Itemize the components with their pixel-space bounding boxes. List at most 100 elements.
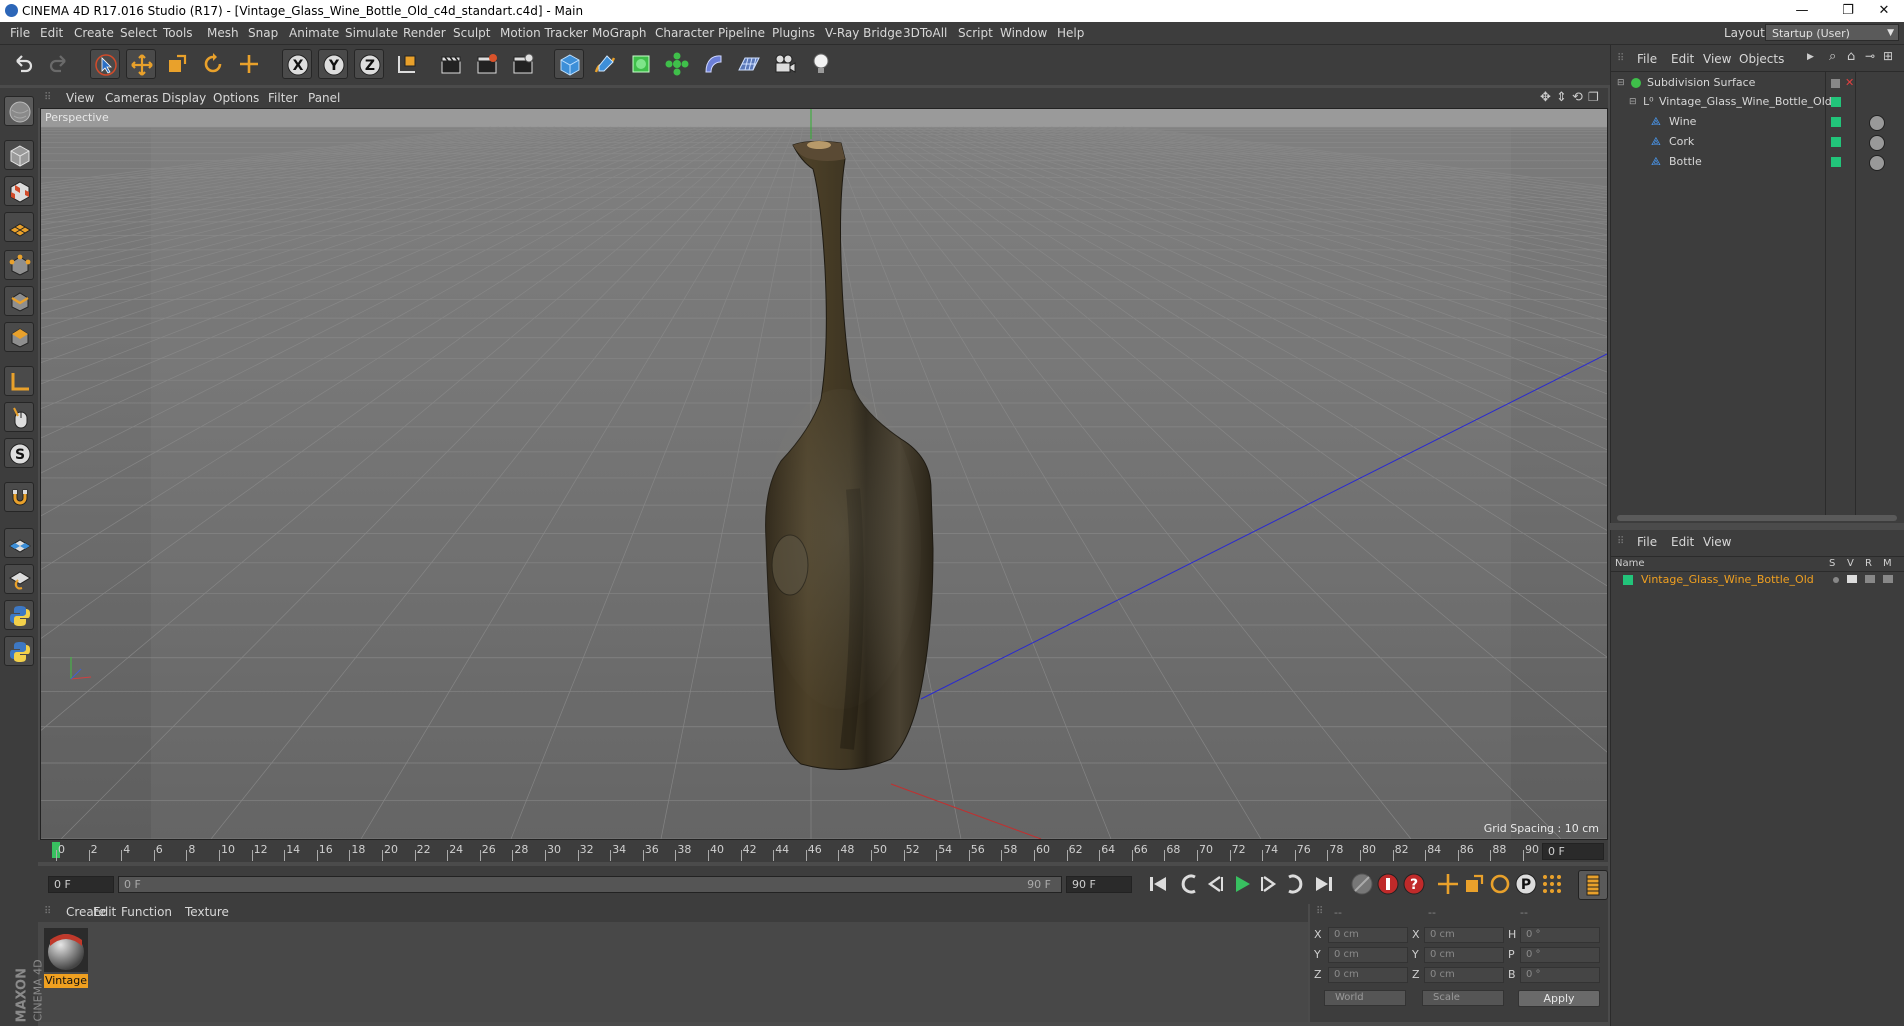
record-disabled-button[interactable] bbox=[1348, 870, 1376, 898]
solo-toggle[interactable] bbox=[1833, 577, 1839, 583]
viewport-menu-options[interactable]: Options bbox=[213, 91, 259, 105]
manager-toggle-icon[interactable] bbox=[1883, 575, 1893, 583]
max-frame-field[interactable]: 90 F bbox=[1066, 876, 1132, 893]
model-mode-button[interactable] bbox=[4, 140, 34, 170]
objects-menu-objects[interactable]: Objects bbox=[1739, 52, 1784, 66]
add-cube-button[interactable] bbox=[554, 49, 584, 79]
minimize-button[interactable]: — bbox=[1780, 0, 1824, 22]
home-icon[interactable]: ⌂ bbox=[1847, 49, 1855, 64]
render-picture-viewer-button[interactable] bbox=[472, 49, 502, 79]
render-toggle-icon[interactable] bbox=[1865, 575, 1875, 583]
go-to-end-button[interactable] bbox=[1310, 870, 1338, 898]
current-frame-field[interactable]: 0 F bbox=[48, 876, 114, 893]
timeline-ruler[interactable]: 0 2 4 6 8 10 12 14 16 18 20 22 24 26 28 30 32 34 36 38 40 42 4… bbox=[38, 840, 1608, 862]
z-axis-lock-button[interactable]: Z bbox=[354, 49, 384, 79]
material-swatch-vintage[interactable]: Vintage bbox=[44, 928, 88, 990]
render-settings-button[interactable] bbox=[508, 49, 538, 79]
search-icon[interactable]: ⌕ bbox=[1829, 49, 1836, 64]
menu-animate[interactable]: Animate bbox=[289, 26, 339, 40]
points-mode-button[interactable] bbox=[4, 250, 34, 280]
objects-menu-file[interactable]: File bbox=[1637, 52, 1657, 66]
zoom-view-icon[interactable]: ⇕ bbox=[1556, 90, 1567, 105]
symmetry-button[interactable] bbox=[4, 564, 34, 594]
menu-render[interactable]: Render bbox=[403, 26, 446, 40]
menu-tools[interactable]: Tools bbox=[163, 26, 193, 40]
add-environment-button[interactable] bbox=[734, 49, 764, 79]
key-rotation-button[interactable] bbox=[1486, 870, 1514, 898]
collapse-icon[interactable]: ⊟ bbox=[1617, 74, 1625, 92]
add-deformer-button[interactable] bbox=[698, 49, 728, 79]
key-point-level-button[interactable] bbox=[1538, 870, 1566, 898]
python-script-2-button[interactable] bbox=[4, 636, 34, 666]
object-row-vintage-bottle[interactable]: ⊟ L⁰ Vintage_Glass_Wine_Bottle_Old bbox=[1611, 93, 1904, 111]
autokey-button[interactable]: ? bbox=[1400, 870, 1428, 898]
layers-menu-edit[interactable]: Edit bbox=[1671, 535, 1694, 549]
pos-z-field[interactable]: 0 cm bbox=[1328, 967, 1408, 983]
x-axis-lock-button[interactable]: X bbox=[282, 49, 312, 79]
coordinate-mode-dropdown[interactable]: World bbox=[1324, 990, 1406, 1006]
object-row-bottle[interactable]: ⟁ Bottle bbox=[1611, 153, 1904, 171]
menu-vray-bridge[interactable]: V-Ray Bridge bbox=[825, 26, 902, 40]
menu-3dtoall[interactable]: 3DToAll bbox=[903, 26, 947, 40]
tweak-mode-button[interactable] bbox=[4, 402, 34, 432]
object-row-subdivision-surface[interactable]: ⊟ Subdivision Surface ✕ bbox=[1611, 74, 1904, 92]
layer-color-swatch[interactable] bbox=[1831, 157, 1841, 167]
next-key-button[interactable] bbox=[1280, 870, 1308, 898]
timeline-layout-button[interactable] bbox=[1578, 870, 1608, 900]
more-arrow-icon[interactable]: ▶ bbox=[1807, 52, 1814, 62]
menu-mograph[interactable]: MoGraph bbox=[592, 26, 647, 40]
rot-h-field[interactable]: 0 ° bbox=[1520, 927, 1600, 943]
snap-toggle-button[interactable]: S bbox=[4, 438, 34, 468]
rotate-view-icon[interactable]: ⟲ bbox=[1572, 90, 1583, 105]
key-position-button[interactable] bbox=[1434, 870, 1462, 898]
add-spline-button[interactable] bbox=[590, 49, 620, 79]
rot-p-field[interactable]: 0 ° bbox=[1520, 947, 1600, 963]
edges-mode-button[interactable] bbox=[4, 286, 34, 316]
python-script-button[interactable] bbox=[4, 600, 34, 630]
material-menu-edit[interactable]: Edit bbox=[93, 905, 116, 919]
menu-script[interactable]: Script bbox=[958, 26, 993, 40]
menu-window[interactable]: Window bbox=[1000, 26, 1047, 40]
add-light-button[interactable] bbox=[806, 49, 836, 79]
pan-view-icon[interactable]: ✥ bbox=[1540, 90, 1551, 105]
menu-help[interactable]: Help bbox=[1057, 26, 1084, 40]
view-eye-icon[interactable] bbox=[1847, 575, 1857, 583]
horizontal-scrollbar[interactable] bbox=[1617, 515, 1897, 521]
soft-selection-button[interactable] bbox=[4, 528, 34, 558]
material-tag-icon[interactable] bbox=[1869, 135, 1885, 151]
rotate-tool-button[interactable] bbox=[198, 49, 228, 79]
record-keys-button[interactable] bbox=[1374, 870, 1402, 898]
scale-tool-button[interactable] bbox=[162, 49, 192, 79]
layer-row[interactable]: Vintage_Glass_Wine_Bottle_Old bbox=[1611, 572, 1904, 588]
viewport-menu-panel[interactable]: Panel bbox=[308, 91, 340, 105]
next-frame-button[interactable] bbox=[1254, 870, 1282, 898]
size-y-field[interactable]: 0 cm bbox=[1424, 947, 1504, 963]
key-scale-button[interactable] bbox=[1460, 870, 1488, 898]
menu-motion-tracker[interactable]: Motion Tracker bbox=[500, 26, 588, 40]
go-to-start-button[interactable] bbox=[1144, 870, 1172, 898]
menu-select[interactable]: Select bbox=[120, 26, 157, 40]
menu-mesh[interactable]: Mesh bbox=[207, 26, 239, 40]
menu-sculpt[interactable]: Sculpt bbox=[453, 26, 490, 40]
add-generator-button[interactable] bbox=[626, 49, 656, 79]
layer-color-swatch[interactable] bbox=[1623, 575, 1633, 585]
frame-range-slider[interactable]: 0 F 90 F bbox=[118, 876, 1062, 893]
make-editable-button[interactable] bbox=[4, 96, 34, 126]
recent-tool-button[interactable] bbox=[234, 49, 264, 79]
layer-color-swatch[interactable] bbox=[1831, 117, 1841, 127]
viewport-menu-view[interactable]: View bbox=[66, 91, 94, 105]
coordinate-system-button[interactable] bbox=[392, 49, 422, 79]
live-selection-button[interactable] bbox=[90, 49, 120, 79]
menu-file[interactable]: File bbox=[10, 26, 30, 40]
menu-snap[interactable]: Snap bbox=[248, 26, 278, 40]
previous-key-button[interactable] bbox=[1176, 870, 1204, 898]
camera-label[interactable]: Perspective bbox=[45, 111, 109, 124]
viewport-menu-cameras[interactable]: Cameras bbox=[105, 91, 158, 105]
material-tag-icon[interactable] bbox=[1869, 155, 1885, 171]
object-row-cork[interactable]: ⟁ Cork bbox=[1611, 133, 1904, 151]
size-x-field[interactable]: 0 cm bbox=[1424, 927, 1504, 943]
preview-end-field[interactable]: 0 F bbox=[1542, 843, 1604, 860]
previous-frame-button[interactable] bbox=[1202, 870, 1230, 898]
new-view-icon[interactable]: ⊞ bbox=[1883, 49, 1893, 63]
size-z-field[interactable]: 0 cm bbox=[1424, 967, 1504, 983]
